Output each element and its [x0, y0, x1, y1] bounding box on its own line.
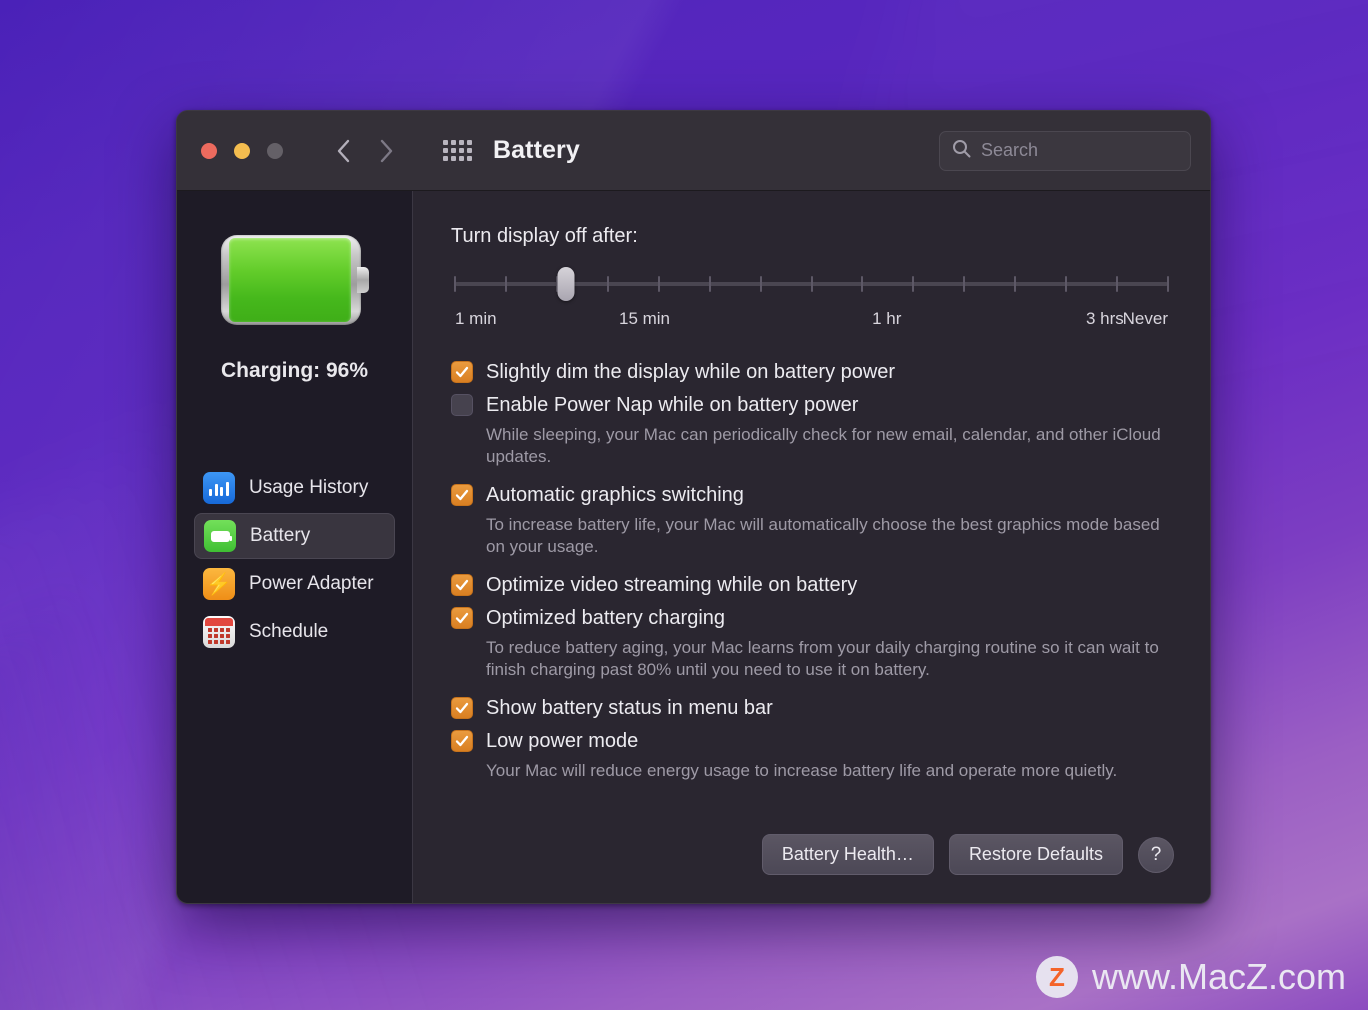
close-button[interactable]	[201, 142, 217, 159]
sidebar-item-label: Usage History	[249, 477, 369, 498]
traffic-lights	[201, 142, 283, 159]
slider-thumb[interactable]	[557, 267, 574, 301]
page-title: Battery	[493, 136, 580, 164]
window-body: Charging: 96% Usage History Battery ⚡ Po…	[177, 191, 1210, 903]
option-label: Optimize video streaming while on batter…	[486, 574, 858, 596]
slider-tick	[810, 276, 813, 292]
option-row[interactable]: Low power mode	[451, 726, 1174, 756]
battery-status-text: Charging: 96%	[220, 359, 369, 382]
navigation-buttons	[329, 136, 401, 166]
power-adapter-icon: ⚡	[203, 568, 235, 600]
search-input[interactable]	[981, 140, 1178, 161]
slider-scale-label: 15 min	[618, 309, 671, 328]
slider-scale-labels: 1 min 15 min 1 hr 3 hrs Never	[455, 309, 1168, 335]
slider-tick	[861, 276, 864, 292]
slider-tick	[759, 276, 762, 292]
option-label: Automatic graphics switching	[486, 484, 744, 506]
turn-display-off-label: Turn display off after:	[451, 225, 638, 247]
checkbox-checked-icon[interactable]	[451, 607, 473, 629]
schedule-icon	[203, 616, 235, 648]
sidebar: Charging: 96% Usage History Battery ⚡ Po…	[177, 191, 413, 903]
option-row[interactable]: Show battery status in menu bar	[451, 693, 1174, 723]
slider-tick	[657, 276, 660, 292]
option-description: Your Mac will reduce energy usage to inc…	[486, 761, 1118, 780]
show-all-grid-icon[interactable]	[443, 139, 472, 163]
search-field[interactable]	[939, 130, 1191, 171]
slider-scale-label: 3 hrs	[1086, 309, 1124, 328]
minimize-button[interactable]	[234, 142, 250, 159]
slider-tick	[963, 276, 966, 292]
sidebar-item-power-adapter[interactable]: ⚡ Power Adapter	[194, 561, 395, 607]
option-label: Optimized battery charging	[486, 607, 726, 629]
battery-illustration	[220, 235, 369, 325]
back-chevron-icon[interactable]	[329, 136, 359, 166]
macz-logo-icon: Z	[1035, 956, 1078, 998]
option-description: To reduce battery aging, your Mac learns…	[486, 638, 1159, 679]
sidebar-item-battery[interactable]: Battery	[194, 513, 395, 559]
checkbox-checked-icon[interactable]	[451, 697, 473, 719]
checkbox-checked-icon[interactable]	[451, 484, 473, 506]
forward-chevron-icon[interactable]	[371, 136, 401, 166]
zoom-button[interactable]	[267, 142, 283, 159]
main-panel: Turn display off after: 1 min 15 min 1 hr 3…	[413, 191, 1210, 903]
slider-tick	[606, 276, 609, 292]
battery-health-button[interactable]: Battery Health…	[761, 834, 934, 875]
watermark: Z www.MacZ.com	[1035, 956, 1346, 998]
slider-tick	[912, 276, 915, 292]
option-label: Low power mode	[486, 730, 639, 752]
sidebar-item-label: Battery	[250, 525, 311, 546]
option-label: Enable Power Nap while on battery power	[486, 394, 859, 416]
slider-tick	[1167, 276, 1169, 292]
options-list: Slightly dim the display while on batter…	[451, 357, 1174, 794]
slider-tick	[1014, 276, 1017, 292]
sidebar-item-schedule[interactable]: Schedule	[194, 609, 395, 655]
option-row[interactable]: Optimize video streaming while on batter…	[451, 570, 1174, 600]
slider-tick	[504, 276, 507, 292]
watermark-text: www.MacZ.com	[1091, 956, 1346, 997]
slider-tick	[1116, 276, 1119, 292]
option-row[interactable]: Slightly dim the display while on batter…	[451, 357, 1174, 387]
search-icon	[952, 139, 971, 163]
checkbox-checked-icon[interactable]	[451, 574, 473, 596]
checkbox-checked-icon[interactable]	[451, 730, 473, 752]
option-description: To increase battery life, your Mac will …	[486, 515, 1160, 556]
turn-display-off-slider[interactable]	[454, 267, 1169, 301]
slider-tick	[708, 276, 711, 292]
desktop-background: Battery Charging: 96%	[0, 0, 1368, 1010]
option-row[interactable]: Automatic graphics switching	[451, 480, 1174, 510]
restore-defaults-button[interactable]: Restore Defaults	[948, 834, 1123, 875]
slider-scale-label: 1 min	[455, 309, 497, 328]
slider-tick	[454, 276, 456, 292]
sidebar-item-label: Schedule	[249, 621, 329, 642]
option-label: Show battery status in menu bar	[486, 697, 773, 719]
battery-icon	[204, 520, 236, 552]
option-row[interactable]: Optimized battery charging	[451, 603, 1174, 633]
window-titlebar: Battery	[177, 111, 1210, 191]
slider-tick	[1065, 276, 1068, 292]
slider-scale-label: 1 hr	[872, 309, 902, 328]
checkbox-unchecked-icon[interactable]	[451, 394, 473, 416]
slider-scale-label: Never	[1122, 309, 1168, 328]
sidebar-item-label: Power Adapter	[249, 573, 374, 594]
usage-history-icon	[203, 472, 235, 504]
sidebar-item-usage-history[interactable]: Usage History	[194, 465, 395, 511]
option-description: While sleeping, your Mac can periodicall…	[486, 425, 1161, 466]
footer-buttons: Battery Health… Restore Defaults ?	[451, 834, 1174, 903]
checkbox-checked-icon[interactable]	[451, 361, 473, 383]
system-preferences-window: Battery Charging: 96%	[176, 110, 1211, 904]
option-row[interactable]: Enable Power Nap while on battery power	[451, 390, 1174, 420]
help-button[interactable]: ?	[1138, 836, 1174, 873]
sidebar-list: Usage History Battery ⚡ Power Adapter Sc…	[177, 465, 412, 655]
option-label: Slightly dim the display while on batter…	[486, 361, 896, 383]
